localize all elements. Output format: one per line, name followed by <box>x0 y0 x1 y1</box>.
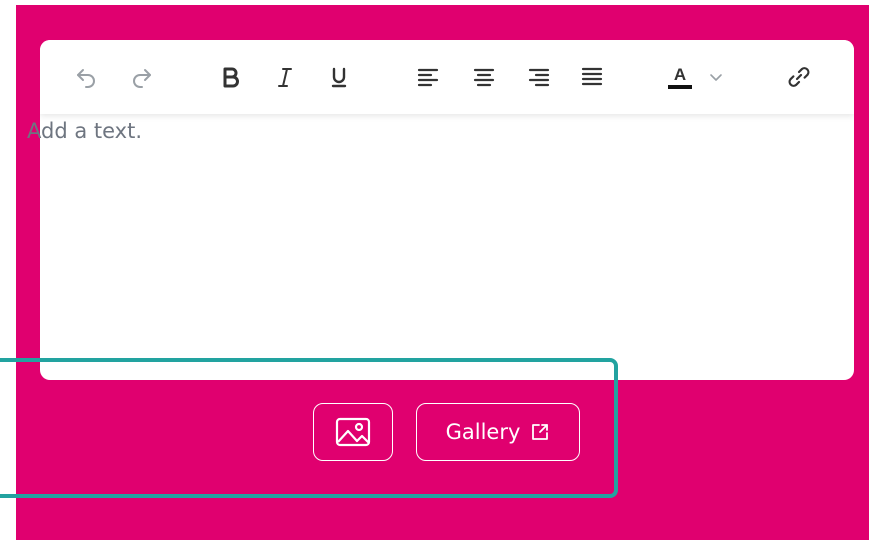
link-button[interactable] <box>782 60 816 94</box>
align-justify-button[interactable] <box>575 60 609 94</box>
gallery-label: Gallery <box>445 420 521 444</box>
chevron-down-icon <box>710 74 722 81</box>
image-icon <box>335 417 371 447</box>
underline-button[interactable] <box>322 60 356 94</box>
bold-icon <box>223 67 239 88</box>
align-center-icon <box>473 68 495 87</box>
text-color-icon: A <box>668 65 692 89</box>
align-justify-icon <box>581 67 603 86</box>
align-right-button[interactable] <box>522 60 556 94</box>
editor-toolbar: A <box>40 40 854 114</box>
align-center-button[interactable] <box>467 60 501 94</box>
text-placeholder: Add a text. <box>27 119 142 143</box>
text-color-letter: A <box>674 65 686 84</box>
external-link-icon <box>532 424 549 440</box>
insert-image-button[interactable] <box>313 403 393 461</box>
bold-button[interactable] <box>214 60 248 94</box>
redo-icon <box>133 69 151 88</box>
rich-text-editor: A <box>40 40 854 380</box>
italic-icon <box>278 68 292 87</box>
italic-button[interactable] <box>268 60 302 94</box>
align-left-icon <box>417 68 439 87</box>
undo-button[interactable] <box>69 60 103 94</box>
text-input-area[interactable] <box>40 114 854 380</box>
gallery-button[interactable]: Gallery <box>416 403 580 461</box>
text-color-button[interactable]: A <box>662 60 698 94</box>
align-left-button[interactable] <box>411 60 445 94</box>
align-right-icon <box>528 68 550 87</box>
underline-icon <box>331 67 347 88</box>
link-icon <box>788 67 810 87</box>
text-color-dropdown[interactable] <box>704 60 728 94</box>
redo-button[interactable] <box>125 60 159 94</box>
undo-icon <box>77 69 95 88</box>
